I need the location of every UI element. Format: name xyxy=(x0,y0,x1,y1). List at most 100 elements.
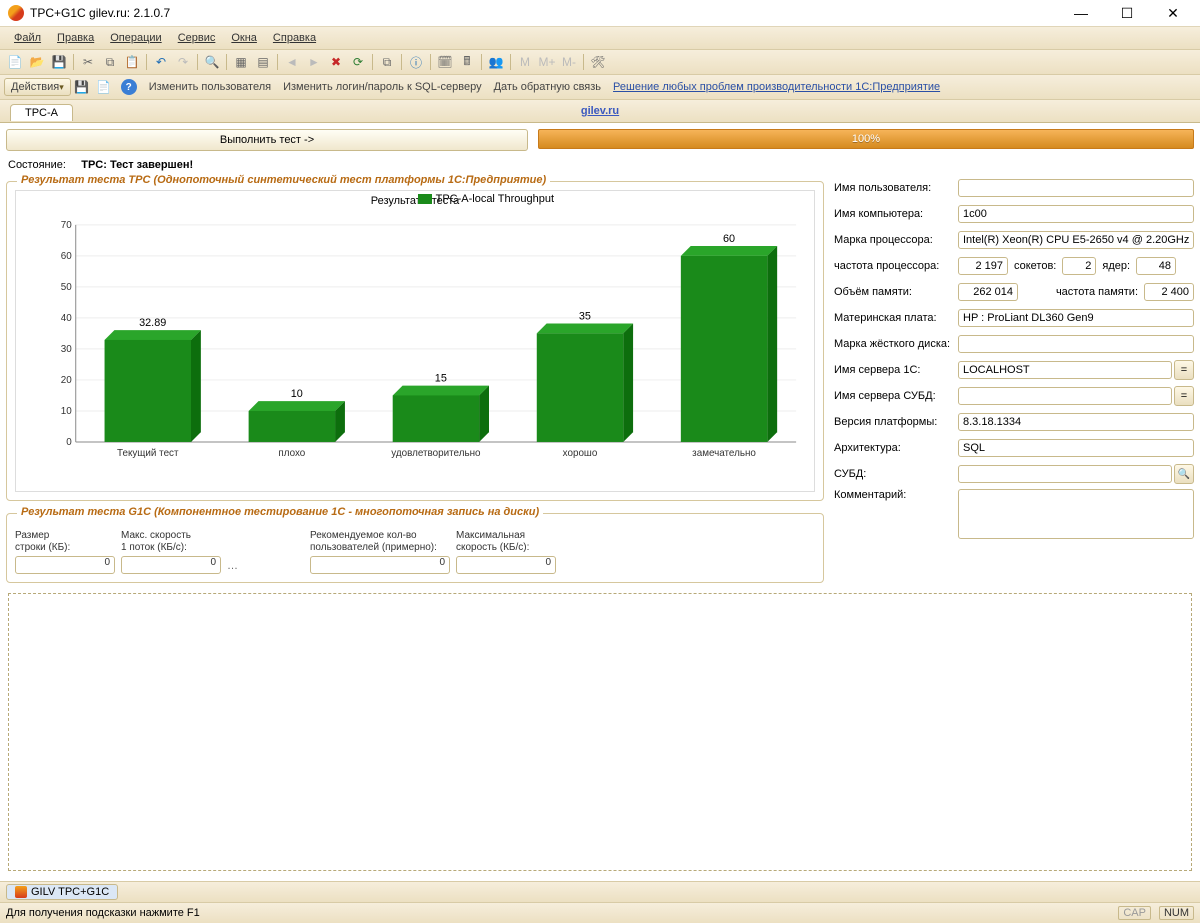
field-cores[interactable] xyxy=(1136,257,1176,275)
users-icon[interactable]: 👥 xyxy=(485,52,507,72)
calc-icon[interactable]: 🖩 xyxy=(456,52,478,72)
help-icon[interactable]: ? xyxy=(121,79,137,95)
main-toolbar: 📄 📂 💾 ✂ ⧉ 📋 ↶ ↷ 🔍 ▦ ▤ ◄ ► ✖ ⟳ ⧉ ⓘ 🗓 🖩 👥 … xyxy=(0,50,1200,75)
paste-icon[interactable]: 📋 xyxy=(121,52,143,72)
copy-icon[interactable]: ⧉ xyxy=(99,52,121,72)
lbl-hdd: Марка жёсткого диска: xyxy=(834,338,958,350)
g1c-maxspeed1-value: 0 xyxy=(121,556,221,574)
srvdb-eq-button[interactable]: = xyxy=(1174,386,1194,406)
chart-plot: 01020304050607032.89Текущий тест10плохо1… xyxy=(56,215,806,462)
menu-help[interactable]: Справка xyxy=(265,32,324,44)
field-srv1c[interactable] xyxy=(958,361,1172,379)
tree-icon[interactable]: ▤ xyxy=(252,52,274,72)
minimize-button[interactable]: — xyxy=(1058,0,1104,26)
grid-toggle-icon[interactable]: ▦ xyxy=(230,52,252,72)
copy2-icon[interactable]: ⧉ xyxy=(376,52,398,72)
site-link[interactable]: gilev.ru xyxy=(581,105,619,117)
menu-ops[interactable]: Операции xyxy=(102,32,169,44)
svg-text:60: 60 xyxy=(61,251,72,262)
find-icon[interactable]: 🔍 xyxy=(201,52,223,72)
close-button[interactable]: ✕ xyxy=(1150,0,1196,26)
link-change-user[interactable]: Изменить пользователя xyxy=(149,81,271,93)
new-icon[interactable]: 📄 xyxy=(4,52,26,72)
cap-indicator: CAP xyxy=(1118,906,1151,920)
arrow-left-icon[interactable]: ◄ xyxy=(281,52,303,72)
field-mobo[interactable] xyxy=(958,309,1194,327)
svg-text:50: 50 xyxy=(61,282,72,293)
field-comment[interactable] xyxy=(958,489,1194,539)
svg-text:15: 15 xyxy=(435,373,447,385)
lbl-cpu-freq: частота процессора: xyxy=(834,260,958,272)
statusbar: Для получения подсказки нажмите F1 CAP N… xyxy=(0,902,1200,923)
open-icon[interactable]: 📂 xyxy=(26,52,48,72)
field-hdd[interactable] xyxy=(958,335,1194,353)
redo-icon[interactable]: ↷ xyxy=(172,52,194,72)
svg-text:удовлетворительно: удовлетворительно xyxy=(391,448,481,459)
menu-edit[interactable]: Правка xyxy=(49,32,102,44)
g1c-maxspeed-value: 0 xyxy=(456,556,556,574)
refresh-icon[interactable]: ⟳ xyxy=(347,52,369,72)
link-perf-help[interactable]: Решение любых проблем производительности… xyxy=(613,81,940,93)
field-platform[interactable] xyxy=(958,413,1194,431)
chart-title: Результаты теста xyxy=(16,195,814,207)
field-user[interactable] xyxy=(958,179,1194,197)
num-indicator: NUM xyxy=(1159,906,1194,920)
content-area: Выполнить тест -> 100% Состояние: TPC: Т… xyxy=(0,123,1200,881)
srv1c-eq-button[interactable]: = xyxy=(1174,360,1194,380)
status-line: Состояние: TPC: Тест завершен! xyxy=(8,159,1192,171)
app-window: TPC+G1C gilev.ru: 2.1.0.7 — ☐ ✕ Файл Пра… xyxy=(0,0,1200,923)
actions-toolbar: Действия 💾 📄 ? Изменить пользователя Изм… xyxy=(0,75,1200,100)
document-tab[interactable]: GILV TPC+G1C xyxy=(6,884,118,900)
actions-dropdown[interactable]: Действия xyxy=(4,78,71,96)
svg-text:40: 40 xyxy=(61,313,72,324)
maximize-button[interactable]: ☐ xyxy=(1104,0,1150,26)
save-icon[interactable]: 💾 xyxy=(48,52,70,72)
svg-text:10: 10 xyxy=(61,406,72,417)
field-dbms[interactable] xyxy=(958,465,1172,483)
menubar: Файл Правка Операции Сервис Окна Справка xyxy=(0,26,1200,50)
m-minus-icon[interactable]: M- xyxy=(558,52,580,72)
field-arch[interactable] xyxy=(958,439,1194,457)
tpc-chart: Результаты теста TPC-A-local Throughput … xyxy=(15,190,815,492)
lbl-platform: Версия платформы: xyxy=(834,416,958,428)
menu-file[interactable]: Файл xyxy=(6,32,49,44)
field-sockets[interactable] xyxy=(1062,257,1096,275)
m-icon[interactable]: M xyxy=(514,52,536,72)
undo-icon[interactable]: ↶ xyxy=(150,52,172,72)
save-doc-icon[interactable]: 💾 xyxy=(71,77,93,97)
g1c-maxspeed-label: Максимальная скорость (КБ/с): xyxy=(456,530,556,556)
lbl-mem-freq: частота памяти: xyxy=(1024,286,1138,298)
svg-text:70: 70 xyxy=(61,220,72,231)
info-icon[interactable]: ⓘ xyxy=(405,52,427,72)
tpc-group: Результат теста TPC (Однопоточный синтет… xyxy=(6,181,824,501)
dbms-search-button[interactable]: 🔍 xyxy=(1174,464,1194,484)
field-mem[interactable] xyxy=(958,283,1018,301)
field-mem-freq[interactable] xyxy=(1144,283,1194,301)
calendar-icon[interactable]: 🗓 xyxy=(434,52,456,72)
link-feedback[interactable]: Дать обратную связь xyxy=(494,81,601,93)
tab-tpca[interactable]: TPC-A xyxy=(10,104,73,121)
g1c-more-button[interactable]: … xyxy=(227,560,238,572)
settings-icon[interactable]: 🛠 xyxy=(587,52,609,72)
field-cpu-brand[interactable] xyxy=(958,231,1194,249)
svg-text:хорошо: хорошо xyxy=(563,448,598,459)
run-test-button[interactable]: Выполнить тест -> xyxy=(6,129,528,151)
link-change-sql[interactable]: Изменить логин/пароль к SQL-серверу xyxy=(283,81,482,93)
saveas-icon[interactable]: 📄 xyxy=(93,77,115,97)
field-computer[interactable] xyxy=(958,205,1194,223)
svg-text:Текущий тест: Текущий тест xyxy=(117,448,179,459)
progress-bar: 100% xyxy=(538,129,1194,149)
menu-windows[interactable]: Окна xyxy=(223,32,265,44)
stop-icon[interactable]: ✖ xyxy=(325,52,347,72)
legend-swatch xyxy=(418,194,432,204)
field-cpu-freq[interactable] xyxy=(958,257,1008,275)
svg-text:30: 30 xyxy=(61,344,72,355)
field-srvdb[interactable] xyxy=(958,387,1172,405)
m-plus-icon[interactable]: M+ xyxy=(536,52,558,72)
app-icon xyxy=(8,5,24,21)
cut-icon[interactable]: ✂ xyxy=(77,52,99,72)
document-icon xyxy=(15,886,27,898)
menu-service[interactable]: Сервис xyxy=(170,32,224,44)
arrow-right-icon[interactable]: ► xyxy=(303,52,325,72)
tab-strip: TPC-A gilev.ru xyxy=(0,100,1200,123)
